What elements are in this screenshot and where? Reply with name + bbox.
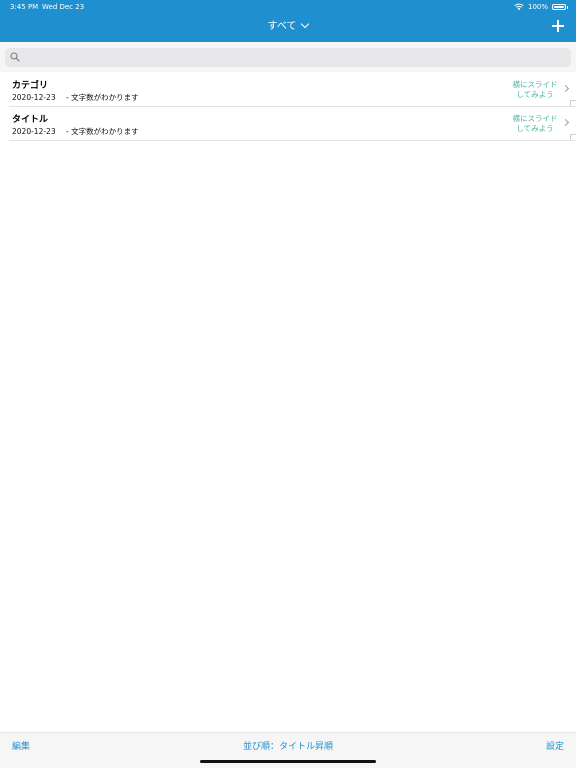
chevron-right-icon: [561, 118, 570, 127]
item-list: カテゴリ 2020-12-23 - 文字数がわかります 横にスライド してみよう…: [0, 73, 576, 141]
search-input[interactable]: [25, 48, 565, 67]
search-field[interactable]: [5, 48, 571, 67]
corner-fold-icon: [570, 134, 576, 140]
settings-button[interactable]: 設定: [546, 739, 564, 752]
list-item[interactable]: カテゴリ 2020-12-23 - 文字数がわかります 横にスライド してみよう: [9, 73, 576, 107]
plus-icon: [550, 18, 566, 34]
status-right-group: 100%: [514, 0, 568, 14]
nav-title-label: すべて: [267, 21, 297, 32]
add-button[interactable]: [550, 18, 566, 34]
app-screen: 3:45 PM Wed Dec 23 100% すべて カテゴリ 2020-12…: [0, 0, 576, 768]
swipe-hint-line2: してみよう: [516, 124, 554, 133]
swipe-hint-line2: してみよう: [516, 90, 554, 99]
corner-fold-icon: [570, 100, 576, 106]
swipe-hint: 横にスライド してみよう: [510, 80, 560, 100]
swipe-hint: 横にスライド してみよう: [510, 114, 560, 134]
status-date: Wed Dec 23: [42, 3, 85, 11]
item-date: 2020-12-23: [12, 93, 56, 102]
search-icon: [10, 52, 20, 62]
status-bar: 3:45 PM Wed Dec 23 100%: [0, 0, 576, 14]
swipe-hint-line1: 横にスライド: [512, 114, 558, 123]
wifi-icon: [514, 3, 524, 11]
navigation-header: 3:45 PM Wed Dec 23 100% すべて: [0, 0, 576, 42]
home-indicator: [200, 760, 376, 763]
swipe-hint-line1: 横にスライド: [512, 80, 558, 89]
item-meta: - 文字数がわかります: [66, 93, 139, 102]
status-time: 3:45 PM: [10, 3, 39, 11]
item-date: 2020-12-23: [12, 127, 56, 136]
battery-percent: 100%: [527, 3, 548, 11]
list-item[interactable]: タイトル 2020-12-23 - 文字数がわかります 横にスライド してみよう: [9, 107, 576, 141]
search-bar: [0, 42, 576, 72]
item-title: タイトル: [12, 115, 49, 125]
item-meta: - 文字数がわかります: [66, 127, 139, 136]
item-title: カテゴリ: [12, 81, 49, 91]
battery-icon: [552, 4, 568, 10]
chevron-down-icon: [301, 19, 310, 29]
sort-order-button[interactable]: 並び順：タイトル昇順: [0, 739, 576, 752]
filter-title-button[interactable]: すべて: [0, 19, 576, 35]
chevron-right-icon: [561, 84, 570, 93]
